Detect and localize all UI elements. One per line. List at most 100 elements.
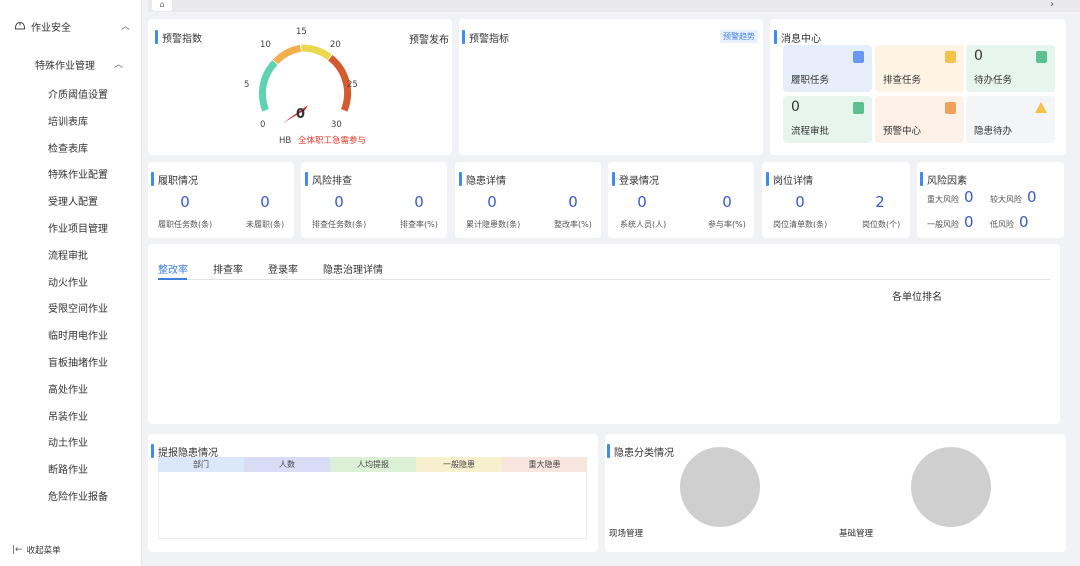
sidebar-item[interactable]: 作业项目管理 bbox=[48, 223, 138, 250]
collapse-menu-label: 收起菜单 bbox=[26, 546, 61, 556]
tab-inspection-rate[interactable]: 排查率 bbox=[213, 261, 243, 276]
stat-card-title: 隐患详情 bbox=[459, 172, 506, 187]
gauge-tick-label: 5 bbox=[244, 80, 250, 90]
tab-bar bbox=[148, 0, 1080, 12]
alert-triangle-icon bbox=[1035, 102, 1047, 113]
stat-label: 排查率(%) bbox=[400, 220, 438, 229]
home-icon: ⌂ bbox=[159, 0, 165, 9]
stat-card-title: 履职情况 bbox=[151, 172, 198, 187]
pie-placeholder-basic bbox=[911, 447, 991, 527]
tile-label: 履职任务 bbox=[791, 75, 830, 86]
tile-hazard-todo[interactable]: 隐患待办 bbox=[966, 96, 1055, 143]
gauge-arc-red bbox=[328, 55, 352, 112]
message-center-title: 消息中心 bbox=[774, 30, 821, 45]
tile-label: 预警中心 bbox=[883, 126, 922, 137]
sidebar-item[interactable]: 动火作业 bbox=[48, 277, 138, 304]
sidebar-item[interactable]: 断路作业 bbox=[48, 464, 138, 491]
risk-label: 重大风险 bbox=[927, 195, 959, 204]
risk-label: 较大风险 bbox=[990, 195, 1022, 204]
risk-value: 0 bbox=[1019, 213, 1029, 231]
sidebar-item[interactable]: 流程审批 bbox=[48, 250, 138, 277]
tile-warning-center[interactable]: 预警中心 bbox=[875, 96, 964, 143]
sidebar-subgroup-special-work[interactable]: 特殊作业管理 ︿ bbox=[35, 57, 123, 72]
table-header-dept: 部门 bbox=[158, 457, 244, 472]
sidebar-item[interactable]: 培训表库 bbox=[48, 116, 138, 143]
stat-card-title: 登录情况 bbox=[612, 172, 659, 187]
warning-publish-link[interactable]: 预警发布 bbox=[409, 31, 449, 46]
sidebar-menu: 介质阈值设置 培训表库 检查表库 特殊作业配置 受理人配置 作业项目管理 流程审… bbox=[48, 89, 138, 518]
tile-process-approval[interactable]: 0 流程审批 bbox=[783, 96, 872, 143]
category-label: 基础管理 bbox=[839, 529, 874, 539]
document-icon bbox=[945, 51, 956, 63]
user-badge-icon bbox=[853, 51, 864, 63]
sidebar: 作业安全 ︿ 特殊作业管理 ︿ 介质阈值设置 培训表库 检查表库 特殊作业配置 … bbox=[0, 0, 142, 566]
risk-label: 低风险 bbox=[990, 220, 1014, 229]
tab-rectification-rate[interactable]: 整改率 bbox=[158, 261, 188, 276]
sidebar-item[interactable]: 临时用电作业 bbox=[48, 330, 138, 357]
table-header-count: 人数 bbox=[244, 457, 330, 472]
sidebar-item[interactable]: 特殊作业配置 bbox=[48, 169, 138, 196]
stat-label: 累计隐患数(条) bbox=[466, 220, 521, 229]
gauge-tick-label: 25 bbox=[347, 80, 358, 90]
stat-value: 0 bbox=[637, 193, 647, 211]
tile-label: 流程审批 bbox=[791, 126, 830, 137]
risk-value: 0 bbox=[964, 213, 974, 231]
sidebar-group-label: 作业安全 bbox=[31, 22, 71, 34]
sidebar-item[interactable]: 检查表库 bbox=[48, 143, 138, 170]
tile-duty-task[interactable]: 履职任务 bbox=[783, 45, 872, 92]
gauge-tick-label: 10 bbox=[260, 40, 271, 50]
safety-helmet-icon bbox=[15, 21, 25, 30]
chevron-right-icon[interactable]: › bbox=[1050, 0, 1054, 10]
gauge-value: 0 bbox=[296, 107, 306, 122]
stat-label: 未履职(条) bbox=[246, 220, 285, 229]
risk-label: 一般风险 bbox=[927, 220, 959, 229]
stat-value: 0 bbox=[568, 193, 578, 211]
tile-label: 待办任务 bbox=[974, 75, 1013, 86]
warning-index-title: 预警指数 bbox=[155, 30, 202, 45]
hazard-category-card bbox=[605, 434, 1066, 552]
gauge-tick-label: 20 bbox=[330, 40, 341, 50]
pie-placeholder-onsite bbox=[680, 447, 760, 527]
stat-label: 排查任务数(条) bbox=[312, 220, 367, 229]
tile-label: 隐患待办 bbox=[974, 126, 1013, 137]
sidebar-item[interactable]: 受理人配置 bbox=[48, 196, 138, 223]
sidebar-item[interactable]: 介质阈值设置 bbox=[48, 89, 138, 116]
stat-value: 0 bbox=[487, 193, 497, 211]
stat-label: 履职任务数(条) bbox=[158, 220, 213, 229]
sidebar-item[interactable]: 盲板抽堵作业 bbox=[48, 357, 138, 384]
risk-value: 0 bbox=[964, 188, 974, 206]
stat-label: 岗位数(个) bbox=[862, 220, 901, 229]
stat-value: 0 bbox=[260, 193, 270, 211]
gauge-arc-yellow bbox=[301, 44, 332, 61]
stat-value: 2 bbox=[875, 193, 885, 211]
collapse-left-icon: |← bbox=[12, 545, 23, 555]
gauge-tick-label: 30 bbox=[331, 120, 342, 130]
tab-login-rate[interactable]: 登录率 bbox=[268, 261, 298, 276]
calendar-check-icon bbox=[1036, 51, 1047, 63]
stat-value: 0 bbox=[722, 193, 732, 211]
gauge-note: 全体职工急需参与 bbox=[298, 136, 367, 146]
gauge-tick-label: 0 bbox=[260, 120, 266, 130]
stat-card-title: 风险排查 bbox=[305, 172, 352, 187]
sidebar-item[interactable]: 危险作业报备 bbox=[48, 491, 138, 518]
sidebar-item[interactable]: 吊装作业 bbox=[48, 411, 138, 438]
active-tab-indicator bbox=[158, 278, 187, 280]
gauge-unit: HB bbox=[279, 136, 292, 146]
hazard-category-title: 隐患分类情况 bbox=[607, 444, 674, 459]
warning-trend-button[interactable]: 预警趋势 bbox=[720, 30, 758, 43]
sidebar-group-safety[interactable]: 作业安全 ︿ bbox=[14, 19, 130, 34]
tile-todo-task[interactable]: 0 待办任务 bbox=[966, 45, 1055, 92]
gauge-arc-orange bbox=[272, 44, 302, 65]
tile-count: 0 bbox=[791, 99, 800, 115]
sidebar-item[interactable]: 动土作业 bbox=[48, 437, 138, 464]
table-header-major: 重大隐患 bbox=[502, 457, 587, 472]
tile-label: 排查任务 bbox=[883, 75, 922, 86]
tile-inspection-task[interactable]: 排查任务 bbox=[875, 45, 964, 92]
collapse-menu-button[interactable]: |← 收起菜单 bbox=[12, 544, 61, 556]
sidebar-item[interactable]: 高处作业 bbox=[48, 384, 138, 411]
stat-label: 岗位清单数(条) bbox=[773, 220, 828, 229]
sidebar-item[interactable]: 受限空间作业 bbox=[48, 303, 138, 330]
tab-hazard-governance[interactable]: 隐患治理详情 bbox=[323, 261, 383, 276]
gauge-arc-green bbox=[258, 60, 278, 112]
home-tab[interactable]: ⌂ bbox=[152, 0, 172, 11]
